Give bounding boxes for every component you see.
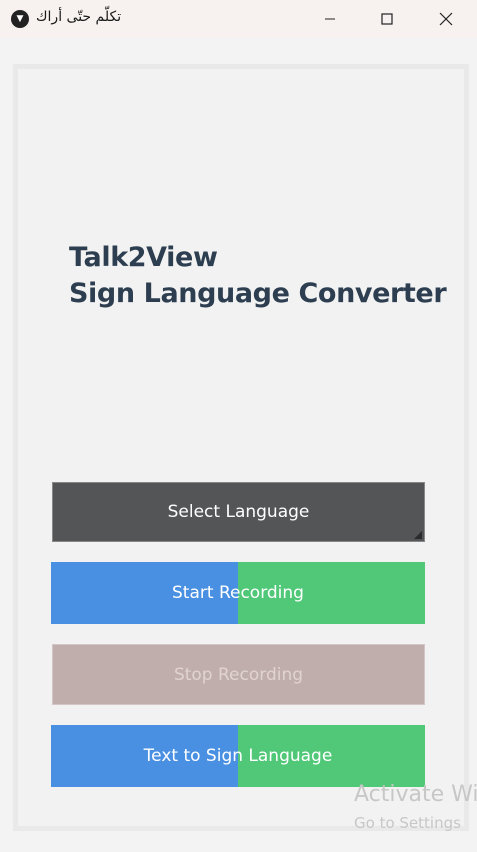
window-title: تكلّم حتّى أراك	[36, 9, 122, 25]
select-language-label: Select Language	[167, 502, 310, 522]
stop-recording-button[interactable]: Stop Recording	[52, 644, 425, 705]
maximize-icon	[381, 13, 393, 25]
title-bar[interactable]: ▼ تكلّم حتّى أراك	[0, 0, 477, 38]
app-subtitle: Sign Language Converter	[69, 278, 447, 309]
close-icon	[439, 12, 453, 26]
watermark-line-1: Activate Wi	[354, 782, 477, 807]
content-frame	[13, 64, 469, 831]
stop-recording-label: Stop Recording	[173, 664, 304, 685]
app-name: Talk2View	[69, 242, 218, 273]
start-recording-button[interactable]: Start Recording	[51, 562, 425, 624]
app-window: ▼ تكلّم حتّى أراك Talk2View Sign Languag…	[0, 0, 477, 852]
app-logo-icon[interactable]: ▼	[11, 10, 29, 28]
app-heading: Talk2View Sign Language Converter	[69, 240, 447, 312]
text-to-sign-button[interactable]: Text to Sign Language	[51, 725, 425, 787]
watermark-line-2: Go to Settings	[354, 814, 461, 832]
dropdown-corner-icon	[414, 531, 422, 539]
close-button[interactable]	[417, 0, 475, 38]
minimize-icon	[325, 18, 335, 20]
minimize-button[interactable]	[301, 0, 359, 38]
select-language-button[interactable]: Select Language	[52, 482, 425, 542]
activate-windows-watermark: Activate Wi Go to Settings	[354, 780, 477, 836]
text-to-sign-label: Text to Sign Language	[143, 746, 333, 766]
start-recording-label: Start Recording	[172, 583, 304, 603]
maximize-button[interactable]	[358, 0, 416, 38]
